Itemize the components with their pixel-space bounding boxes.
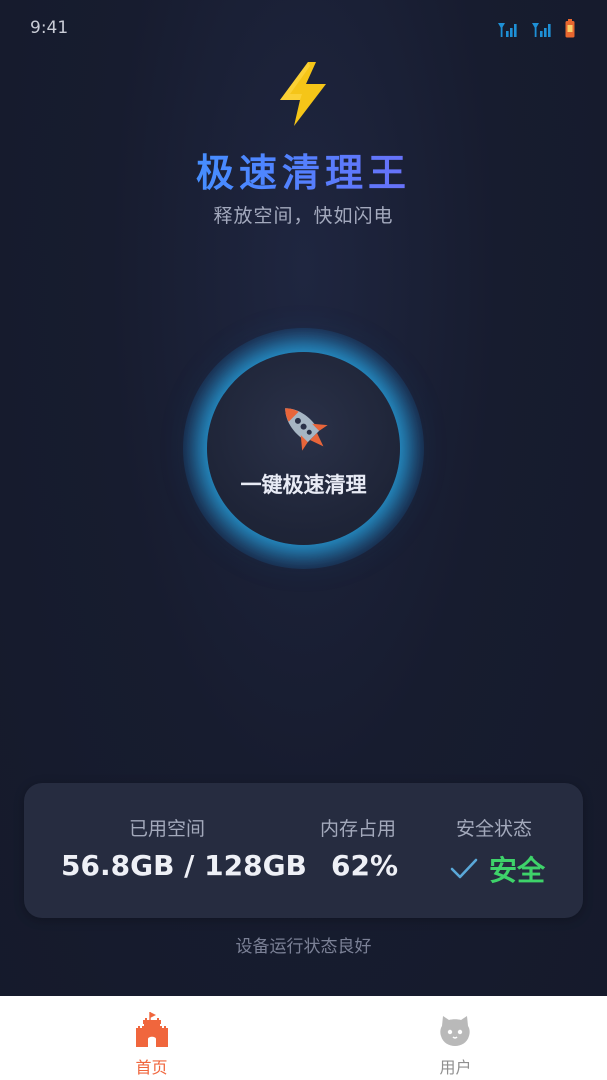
app-subtitle: 释放空间，快如闪电 [213,205,394,227]
device-stats-card: 已用空间 56.8GB / 128GB 内存占用 62% 安全状态 安全 [24,783,583,918]
security-label: 安全状态 [456,818,533,840]
user-avatar-icon [440,1016,470,1046]
tab-home[interactable]: 首页 [0,996,303,1080]
memory-value: 62% [331,849,399,882]
used-space-stat: 已用空间 56.8GB / 128GB [24,783,314,918]
device-status-text: 设备运行状态良好 [235,937,372,957]
status-icons [497,19,575,38]
battery-icon [565,19,575,38]
memory-label: 内存占用 [320,818,397,840]
signal-icon [498,22,517,37]
tab-user-label: 用户 [439,1058,472,1077]
status-bar: 9:41 [0,0,607,56]
used-space-label: 已用空间 [129,818,206,840]
signal-icon [532,22,551,37]
clean-button-label: 一键极速清理 [240,473,367,497]
app-title: 极速清理王 [0,142,607,197]
bottom-tab-bar: 首页 用户 [0,996,607,1080]
security-value-row: 安全 [449,849,545,889]
tab-home-label: 首页 [135,1058,168,1077]
security-value: 安全 [489,854,546,887]
used-space-value: 56.8GB / 128GB [61,849,307,882]
rocket-icon [285,408,328,451]
status-time: 9:41 [30,18,69,38]
lightning-icon [280,62,326,126]
security-stat: 安全状态 安全 [429,783,579,918]
memory-stat: 内存占用 62% [304,783,424,918]
tab-user[interactable]: 用户 [304,996,607,1080]
one-click-clean-button[interactable]: 一键极速清理 [207,352,400,545]
check-icon [450,858,478,879]
castle-icon [136,1012,168,1047]
